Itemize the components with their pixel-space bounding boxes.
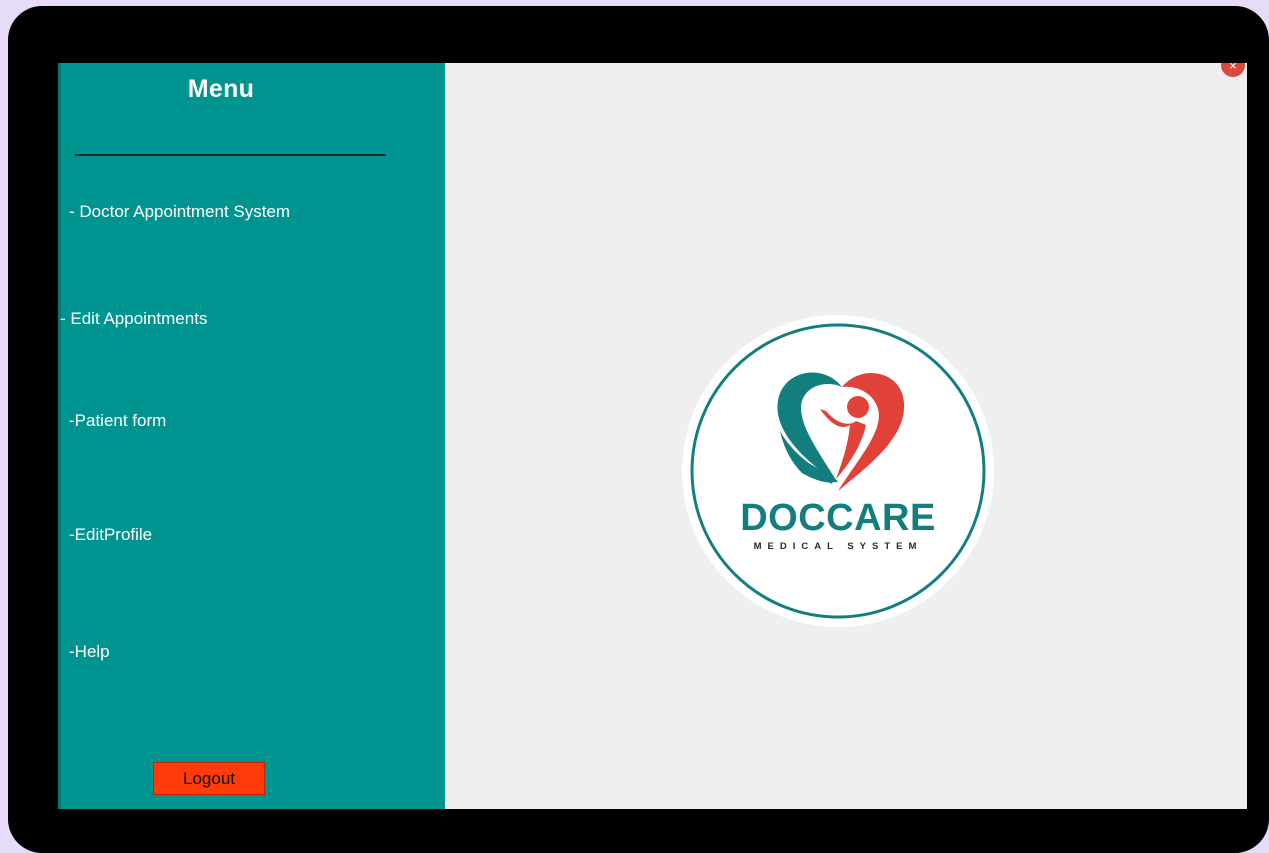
menu-title: Menu: [187, 75, 255, 103]
logout-button[interactable]: Logout: [153, 762, 265, 795]
close-icon[interactable]: ×: [1221, 63, 1245, 77]
sidebar-item-help[interactable]: -Help: [69, 642, 110, 662]
sidebar-item-patient-form[interactable]: -Patient form: [69, 411, 166, 431]
doccare-logo: DOCCARE MEDICAL SYSTEM: [680, 313, 996, 629]
app-window: Menu - Doctor Appointment System - Edit …: [58, 63, 1247, 809]
logo-tagline-text: MEDICAL SYSTEM: [753, 541, 923, 552]
sidebar-item-doctor-appointment-system[interactable]: - Doctor Appointment System: [69, 202, 290, 222]
sidebar-item-edit-profile[interactable]: -EditProfile: [69, 525, 152, 545]
menu-divider: [75, 154, 386, 156]
logo-brand-text: DOCCARE: [740, 497, 936, 539]
sidebar-item-edit-appointments[interactable]: - Edit Appointments: [60, 309, 207, 329]
logo-badge-icon: [682, 315, 994, 627]
device-frame: Menu - Doctor Appointment System - Edit …: [8, 6, 1269, 853]
sidebar-menu: Menu - Doctor Appointment System - Edit …: [58, 63, 445, 809]
